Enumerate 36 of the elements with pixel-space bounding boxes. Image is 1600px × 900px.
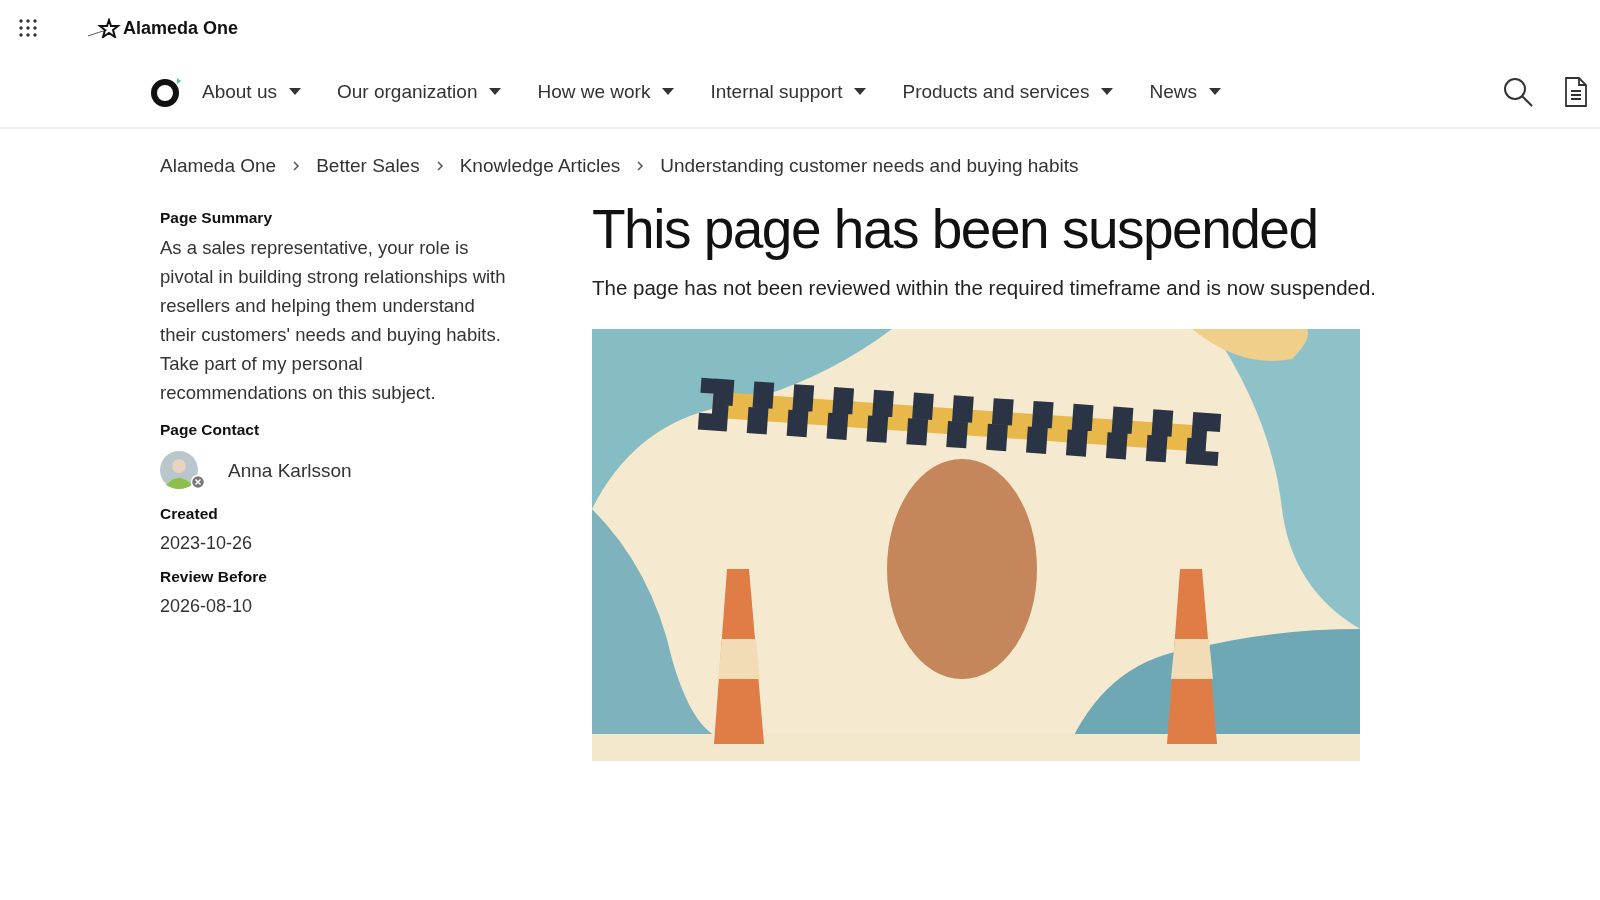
chevron-right-icon <box>636 160 645 172</box>
caret-icon <box>854 87 867 96</box>
document-icon[interactable] <box>1564 75 1588 108</box>
caret-icon <box>662 87 675 96</box>
chevron-right-icon <box>435 160 444 172</box>
caret-icon <box>1101 87 1114 96</box>
contact-name[interactable]: Anna Karlsson <box>228 460 352 482</box>
section-heading: Page Contact <box>160 421 261 439</box>
star-logo-icon <box>87 18 121 38</box>
nav-menu-item[interactable]: How we work <box>537 80 675 103</box>
app-launcher-icon[interactable] <box>19 19 37 37</box>
nav-menu-item[interactable]: News <box>1149 80 1221 103</box>
chevron-right-icon <box>292 160 301 172</box>
search-icon[interactable] <box>1502 75 1534 108</box>
nav-menu-item[interactable]: Products and services <box>902 80 1114 103</box>
section-heading: Review Before <box>160 568 268 586</box>
nav-menu-item[interactable]: About us <box>202 80 301 103</box>
caret-icon <box>1208 87 1221 96</box>
avatar-icon[interactable] <box>160 451 206 491</box>
nav-menu-item[interactable]: Our organization <box>337 80 502 103</box>
breadcrumb-link[interactable]: Alameda One <box>160 155 277 177</box>
created-date: 2023-10-26 <box>160 533 254 554</box>
site-name[interactable]: Alameda One <box>123 17 239 39</box>
breadcrumb-link[interactable]: Knowledge Articles <box>459 155 621 177</box>
page-title: This page has been suspended <box>592 197 1319 261</box>
caret-icon <box>289 87 301 96</box>
breadcrumb-link[interactable]: Understanding customer needs and buying habits <box>660 155 1079 177</box>
section-heading: Created <box>160 505 219 523</box>
caret-icon <box>489 87 502 96</box>
summary-text: As a sales representative, your role is pivotal in building strong relationships with resellers and helping them understand their customers' needs and buying habits. Take part of my personal recommendations on this subject. <box>160 236 507 405</box>
suspension-message: The page has not been reviewed within the required timeframe and is now suspended. <box>592 275 1378 301</box>
section-heading: Page Summary <box>160 209 273 227</box>
review-date: 2026-08-10 <box>160 596 254 617</box>
breadcrumb-link[interactable]: Better Sales <box>316 155 420 177</box>
ring-logo-icon[interactable] <box>150 75 182 108</box>
nav-menu-item[interactable]: Internal support <box>710 80 867 103</box>
